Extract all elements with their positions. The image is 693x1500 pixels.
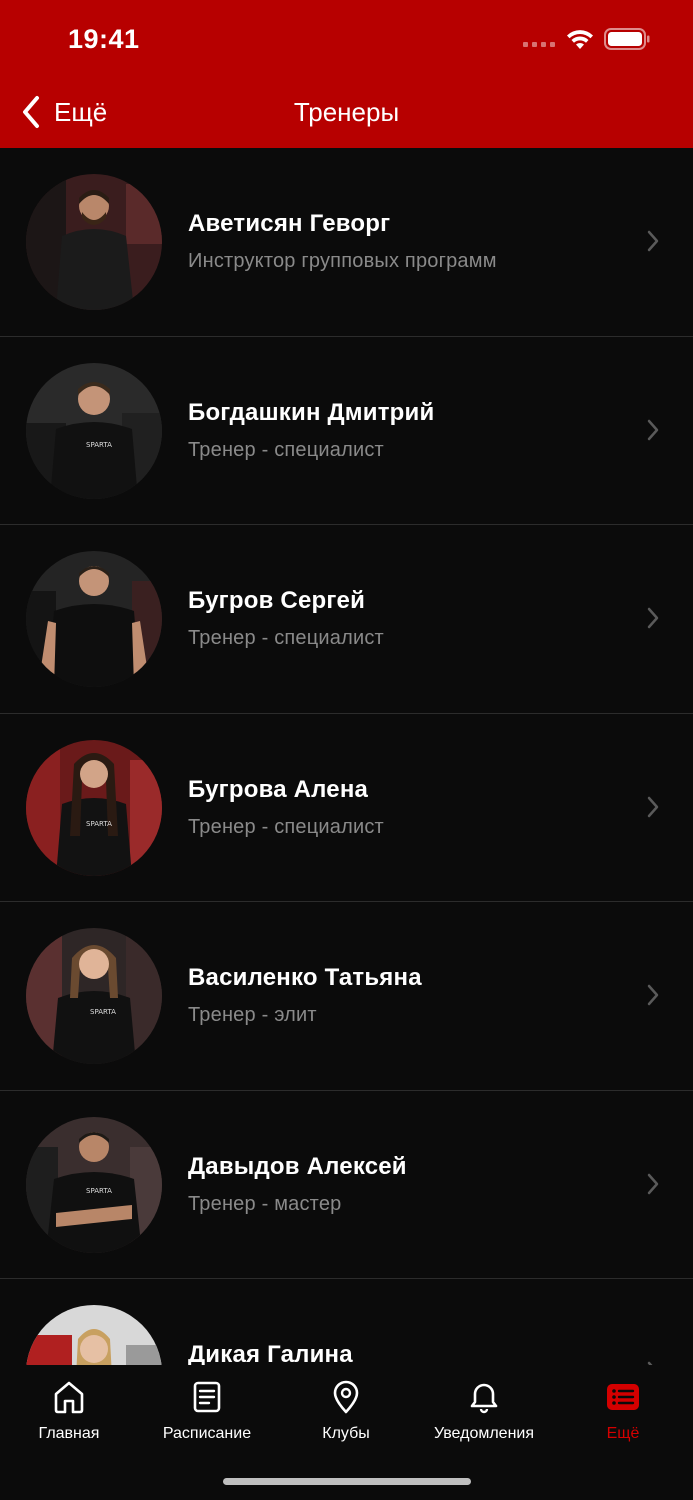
trainer-name: Богдашкин Дмитрий xyxy=(188,398,435,426)
chevron-right-icon xyxy=(647,419,659,440)
status-bar: 19:41 xyxy=(0,0,693,80)
trainer-row[interactable]: SPARTA Давыдов Алексей Тренер - мастер xyxy=(0,1091,693,1279)
page-title: Тренеры xyxy=(293,97,400,127)
trainer-avatar xyxy=(26,1305,162,1365)
trainer-list: Аветисян Геворг Инструктор групповых про… xyxy=(0,148,693,1365)
navigation-bar: Ещё Тренеры xyxy=(0,80,693,148)
trainer-name: Дикая Галина xyxy=(188,1341,353,1365)
home-indicator xyxy=(223,1478,471,1485)
trainer-row[interactable]: Дикая Галина xyxy=(0,1279,693,1365)
trainer-row[interactable]: SPARTA Бугрова Алена Тренер - специалист xyxy=(0,714,693,902)
svg-text:SPARTA: SPARTA xyxy=(90,1008,116,1016)
trainer-role: Тренер - специалист xyxy=(188,815,384,838)
trainer-row[interactable]: SPARTA Богдашкин Дмитрий Тренер - специа… xyxy=(0,337,693,525)
status-time: 19:41 xyxy=(68,24,140,54)
trainer-role: Инструктор групповых программ xyxy=(188,250,497,272)
trainer-row[interactable]: SPARTA Василенко Татьяна Тренер - элит xyxy=(0,902,693,1091)
tab-notifications[interactable]: Уведомления xyxy=(419,1379,549,1443)
tab-more[interactable]: Ещё xyxy=(558,1379,688,1443)
more-list-icon xyxy=(607,1384,639,1410)
wifi-icon xyxy=(567,30,593,49)
trainer-row[interactable]: Бугров Сергей Тренер - специалист xyxy=(0,525,693,714)
svg-text:SPARTA: SPARTA xyxy=(86,820,112,828)
location-pin-icon xyxy=(333,1380,359,1414)
trainer-role: Тренер - специалист xyxy=(188,438,384,461)
chevron-right-icon xyxy=(647,796,659,817)
trainer-row[interactable]: Аветисян Геворг Инструктор групповых про… xyxy=(0,148,693,337)
chevron-right-icon xyxy=(647,607,659,629)
battery-icon xyxy=(604,28,650,50)
home-icon xyxy=(54,1381,84,1414)
svg-text:SPARTA: SPARTA xyxy=(86,441,112,449)
tab-label: Уведомления xyxy=(433,1425,535,1442)
chevron-right-icon xyxy=(647,1173,659,1194)
tab-home[interactable]: Главная xyxy=(4,1379,134,1443)
tab-clubs[interactable]: Клубы xyxy=(281,1379,411,1443)
svg-text:SPARTA: SPARTA xyxy=(86,1187,112,1195)
cellular-signal-icon xyxy=(523,42,555,47)
trainer-avatar: SPARTA xyxy=(26,1116,162,1253)
trainer-avatar xyxy=(26,551,162,687)
tab-schedule[interactable]: Расписание xyxy=(142,1379,272,1443)
chevron-right-icon xyxy=(647,984,659,1006)
trainer-avatar xyxy=(26,174,162,310)
chevron-right-icon xyxy=(647,230,659,252)
tab-label: Ещё xyxy=(606,1425,640,1442)
header: 19:41 Ещё Тренеры xyxy=(0,0,693,148)
trainer-name: Бугрова Алена xyxy=(188,775,369,803)
trainer-avatar: SPARTA xyxy=(26,928,162,1064)
trainer-role: Тренер - мастер xyxy=(188,1192,342,1215)
schedule-icon xyxy=(193,1381,221,1413)
trainer-name: Василенко Татьяна xyxy=(188,964,422,991)
trainer-name: Бугров Сергей xyxy=(188,587,366,614)
trainer-name: Аветисян Геворг xyxy=(188,210,391,237)
trainer-avatar: SPARTA xyxy=(26,739,162,876)
trainer-name: Давыдов Алексей xyxy=(188,1152,407,1180)
trainer-avatar: SPARTA xyxy=(26,362,162,499)
bell-icon xyxy=(470,1383,498,1414)
trainer-role: Тренер - элит xyxy=(188,1004,317,1026)
tab-label: Расписание xyxy=(162,1425,252,1442)
tab-label: Главная xyxy=(38,1425,100,1442)
trainer-role: Тренер - специалист xyxy=(188,627,384,649)
tab-label: Клубы xyxy=(322,1425,370,1442)
